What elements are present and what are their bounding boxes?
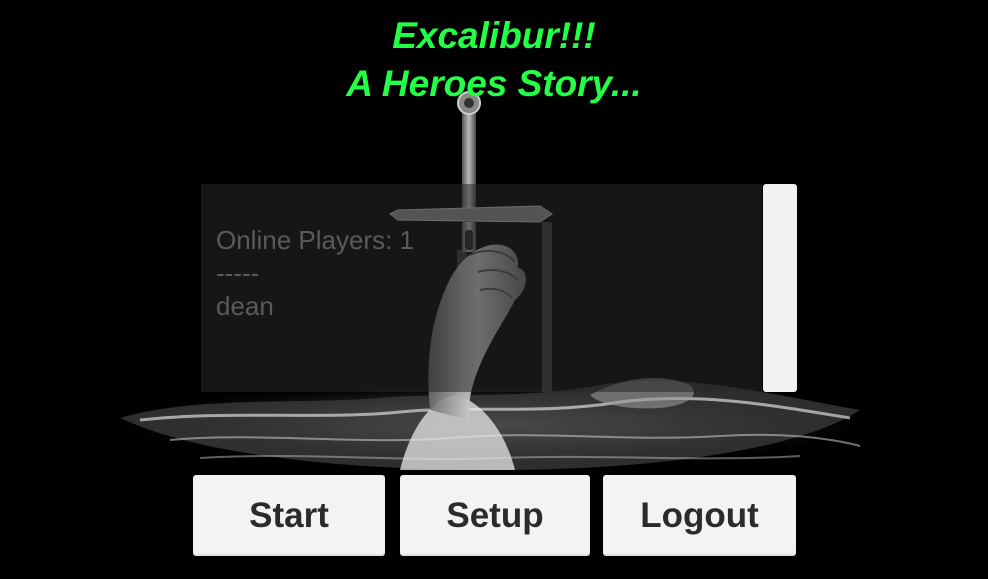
player-name: dean xyxy=(216,291,274,321)
main-menu-screen: Excalibur!!! A Heroes Story... Online Pl… xyxy=(0,0,988,579)
game-title-line2: A Heroes Story... xyxy=(346,63,642,104)
online-players-list: Online Players: 1 ----- dean xyxy=(216,224,414,323)
online-players-separator: ----- xyxy=(216,258,260,288)
logout-button[interactable]: Logout xyxy=(603,475,796,556)
game-title-line1: Excalibur!!! xyxy=(392,15,596,56)
setup-button[interactable]: Setup xyxy=(400,475,590,556)
start-button[interactable]: Start xyxy=(193,475,385,556)
players-scrollbar[interactable] xyxy=(763,184,797,392)
online-players-heading: Online Players: 1 xyxy=(216,225,414,255)
